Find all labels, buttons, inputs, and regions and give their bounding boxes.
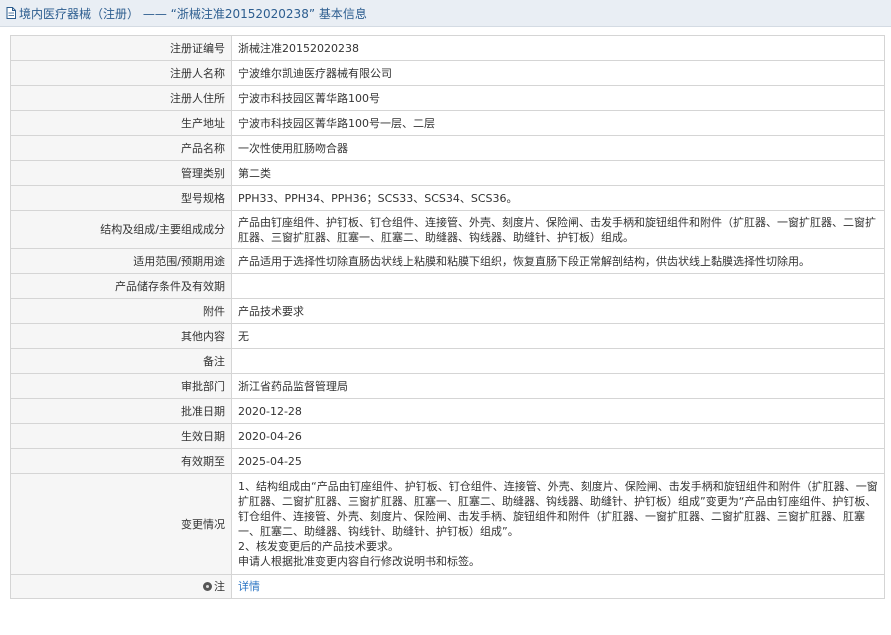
table-row: 管理类别 第二类 — [10, 160, 885, 186]
table-row: 批准日期 2020-12-28 — [10, 398, 885, 424]
document-icon — [6, 7, 16, 19]
row-value: 产品由钉座组件、护钉板、钉仓组件、连接管、外壳、刻度片、保险闸、击发手柄和旋钮组… — [231, 210, 885, 249]
change-row: 变更情况 1、结构组成由“产品由钉座组件、护钉板、钉仓组件、连接管、外壳、刻度片… — [10, 473, 885, 575]
row-label: 有效期至 — [10, 448, 232, 474]
row-label: 产品储存条件及有效期 — [10, 273, 232, 299]
row-value: 无 — [231, 323, 885, 349]
table-row: 适用范围/预期用途 产品适用于选择性切除直肠齿状线上粘膜和粘膜下组织，恢复直肠下… — [10, 248, 885, 274]
note-label-cell: 注 — [10, 574, 232, 599]
row-value: 2020-12-28 — [231, 398, 885, 424]
row-value: PPH33、PPH34、PPH36；SCS33、SCS34、SCS36。 — [231, 185, 885, 211]
table-row: 附件 产品技术要求 — [10, 298, 885, 324]
row-value — [231, 273, 885, 299]
row-label: 结构及组成/主要组成成分 — [10, 210, 232, 249]
row-value: 第二类 — [231, 160, 885, 186]
row-label: 注册证编号 — [10, 35, 232, 61]
table-row: 产品名称 一次性使用肛肠吻合器 — [10, 135, 885, 161]
row-value: 浙江省药品监督管理局 — [231, 373, 885, 399]
row-value: 一次性使用肛肠吻合器 — [231, 135, 885, 161]
row-value: 浙械注准20152020238 — [231, 35, 885, 61]
table-row: 有效期至 2025-04-25 — [10, 448, 885, 474]
row-label: 注册人住所 — [10, 85, 232, 111]
row-label: 管理类别 — [10, 160, 232, 186]
table-row: 注册人名称 宁波维尔凯迪医疗器械有限公司 — [10, 60, 885, 86]
row-value: 宁波市科技园区菁华路100号 — [231, 85, 885, 111]
row-label: 审批部门 — [10, 373, 232, 399]
change-line-2: 2、核发变更后的产品技术要求。 — [238, 540, 399, 553]
row-label: 型号规格 — [10, 185, 232, 211]
table-row: 结构及组成/主要组成成分 产品由钉座组件、护钉板、钉仓组件、连接管、外壳、刻度片… — [10, 210, 885, 249]
note-value-cell: 详情 — [231, 574, 885, 599]
row-value: 宁波市科技园区菁华路100号一层、二层 — [231, 110, 885, 136]
page-header: 境内医疗器械（注册） —— “浙械注准20152020238” 基本信息 — [0, 0, 891, 27]
change-line-1: 1、结构组成由“产品由钉座组件、护钉板、钉仓组件、连接管、外壳、刻度片、保险闸、… — [238, 480, 878, 538]
row-value — [231, 348, 885, 374]
table-row: 生效日期 2020-04-26 — [10, 423, 885, 449]
table-row: 审批部门 浙江省药品监督管理局 — [10, 373, 885, 399]
row-label: 生产地址 — [10, 110, 232, 136]
change-value: 1、结构组成由“产品由钉座组件、护钉板、钉仓组件、连接管、外壳、刻度片、保险闸、… — [231, 473, 885, 575]
info-table: 注册证编号 浙械注准20152020238 注册人名称 宁波维尔凯迪医疗器械有限… — [10, 35, 885, 599]
row-value: 2020-04-26 — [231, 423, 885, 449]
details-link[interactable]: 详情 — [238, 580, 260, 593]
row-value: 产品适用于选择性切除直肠齿状线上粘膜和粘膜下组织，恢复直肠下段正常解剖结构，供齿… — [231, 248, 885, 274]
row-label: 产品名称 — [10, 135, 232, 161]
change-line-3: 申请人根据批准变更内容自行修改说明书和标签。 — [238, 555, 480, 568]
row-label: 注册人名称 — [10, 60, 232, 86]
table-row: 其他内容 无 — [10, 323, 885, 349]
row-label: 生效日期 — [10, 423, 232, 449]
note-row: 注 详情 — [10, 574, 885, 599]
table-row: 注册证编号 浙械注准20152020238 — [10, 35, 885, 61]
table-row: 注册人住所 宁波市科技园区菁华路100号 — [10, 85, 885, 111]
page-title: 境内医疗器械（注册） —— “浙械注准20152020238” 基本信息 — [19, 6, 367, 21]
row-value: 产品技术要求 — [231, 298, 885, 324]
row-label: 备注 — [10, 348, 232, 374]
row-value: 宁波维尔凯迪医疗器械有限公司 — [231, 60, 885, 86]
row-label: 其他内容 — [10, 323, 232, 349]
row-label: 适用范围/预期用途 — [10, 248, 232, 274]
table-row: 产品储存条件及有效期 — [10, 273, 885, 299]
row-value: 2025-04-25 — [231, 448, 885, 474]
bullet-icon — [203, 582, 212, 591]
row-label: 批准日期 — [10, 398, 232, 424]
table-row: 型号规格 PPH33、PPH34、PPH36；SCS33、SCS34、SCS36… — [10, 185, 885, 211]
table-row: 备注 — [10, 348, 885, 374]
note-label: 注 — [214, 580, 225, 593]
table-row: 生产地址 宁波市科技园区菁华路100号一层、二层 — [10, 110, 885, 136]
change-label: 变更情况 — [10, 473, 232, 575]
row-label: 附件 — [10, 298, 232, 324]
